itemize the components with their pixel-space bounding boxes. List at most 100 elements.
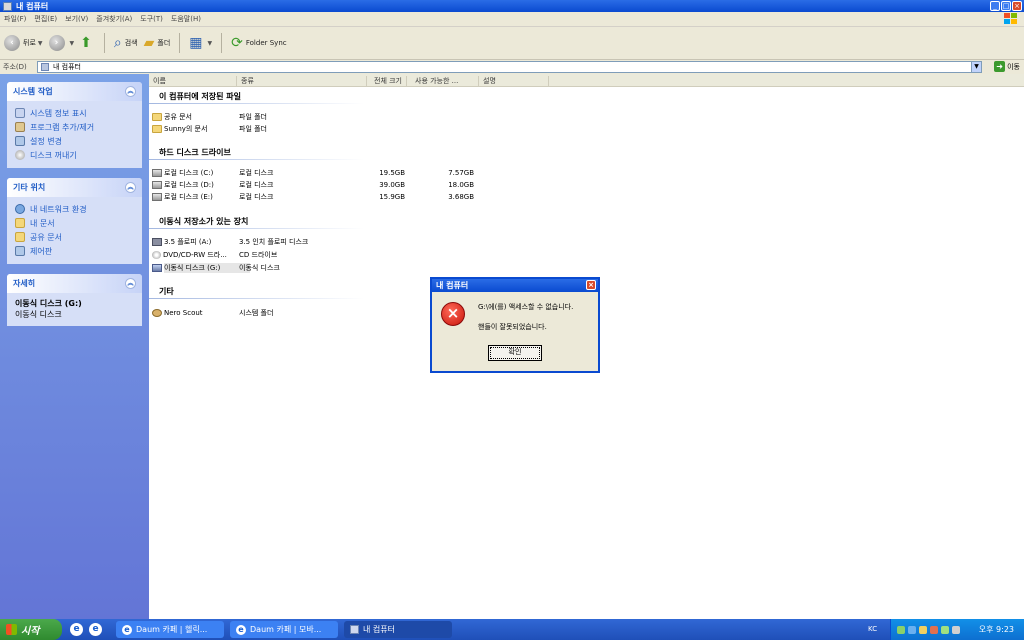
start-button[interactable]: 시작 xyxy=(0,619,62,640)
column-comments[interactable]: 설명 xyxy=(479,76,549,86)
folders-button[interactable]: ▰ 폴더 xyxy=(144,35,171,51)
task-label: 시스템 정보 표시 xyxy=(30,108,87,119)
toolbar: ‹ 뒤로 ▼ › ▼ ⬆ ⌕ 검색 ▰ 폴더 ▦ ▼ ⟳ Folder Sync xyxy=(0,27,1024,60)
item-free-space: 7.57GB xyxy=(414,169,474,177)
list-item[interactable]: 로컬 디스크 (E:) 로컬 디스크 15.9GB 3.68GB xyxy=(152,191,552,203)
collapse-icon[interactable]: ︽ xyxy=(125,182,136,193)
item-type: 시스템 폴더 xyxy=(239,308,273,318)
search-button[interactable]: ⌕ 검색 xyxy=(114,35,138,51)
taskbar-button-active[interactable]: 내 컴퓨터 xyxy=(344,621,452,638)
tray-app-icon[interactable] xyxy=(897,626,905,634)
dialog-close-button[interactable]: × xyxy=(586,280,596,290)
list-item[interactable]: DVD/CD-RW 드라... CD 드라이브 xyxy=(152,249,552,261)
language-indicator[interactable]: KC xyxy=(868,625,877,633)
item-free-space: 18.0GB xyxy=(414,181,474,189)
collapse-icon[interactable]: ︽ xyxy=(125,278,136,289)
address-dropdown-button[interactable]: ▼ xyxy=(971,61,982,73)
list-item[interactable]: 3.5 플로피 (A:) 3.5 인치 플로피 디스크 xyxy=(152,236,552,248)
menu-favorites[interactable]: 즐겨찾기(A) xyxy=(92,14,136,24)
ie-icon[interactable]: e xyxy=(70,623,83,636)
tray-app-icon[interactable] xyxy=(941,626,949,634)
maximize-button[interactable]: □ xyxy=(1001,1,1011,11)
item-type: CD 드라이브 xyxy=(239,250,277,260)
forward-button[interactable]: › ▼ xyxy=(49,35,75,51)
error-dialog: 내 컴퓨터 × × G:\에(를) 액세스할 수 없습니다. 핸들이 잘못되었습… xyxy=(430,277,600,373)
item-name: 3.5 플로피 (A:) xyxy=(164,237,250,247)
task-add-remove-programs[interactable]: 프로그램 추가/제거 xyxy=(15,120,134,134)
item-total-size: 39.0GB xyxy=(352,181,405,189)
folder-sync-label: Folder Sync xyxy=(246,39,287,47)
place-label: 내 네트워크 환경 xyxy=(30,204,87,215)
column-total-size[interactable]: 전체 크기 xyxy=(367,76,407,86)
details-panel: 자세히 ︽ 이동식 디스크 (G:) 이동식 디스크 xyxy=(7,274,142,326)
item-name: 로컬 디스크 (D:) xyxy=(164,180,250,190)
task-label: Daum 카페 | 모바... xyxy=(250,624,321,635)
dialog-detail: 핸들이 잘못되었습니다. xyxy=(478,322,547,332)
place-shared-documents[interactable]: 공유 문서 xyxy=(15,230,134,244)
views-button[interactable]: ▦ ▼ xyxy=(189,35,212,51)
back-button[interactable]: ‹ 뒤로 ▼ xyxy=(4,35,43,51)
tray-app-icon[interactable] xyxy=(908,626,916,634)
list-item[interactable]: 로컬 디스크 (C:) 로컬 디스크 19.5GB 7.57GB xyxy=(152,167,552,179)
ok-button[interactable]: 확인 xyxy=(488,345,542,361)
other-places-header[interactable]: 기타 위치 ︽ xyxy=(7,178,142,197)
taskbar-button[interactable]: e Daum 카페 | 헬릭... xyxy=(116,621,224,638)
folder-icon xyxy=(15,232,25,242)
hard-drive-icon xyxy=(152,169,162,177)
address-label: 주소(D) xyxy=(0,62,36,72)
details-header[interactable]: 자세히 ︽ xyxy=(7,274,142,293)
list-item[interactable]: 이동식 디스크 (G:) 이동식 디스크 xyxy=(152,262,552,274)
programs-icon xyxy=(15,122,25,132)
control-panel-icon xyxy=(15,136,25,146)
place-label: 내 문서 xyxy=(30,218,55,229)
task-label: 프로그램 추가/제거 xyxy=(30,122,94,133)
system-tasks-header[interactable]: 시스템 작업 ︽ xyxy=(7,82,142,101)
address-input[interactable]: 내 컴퓨터 xyxy=(37,61,981,73)
list-item[interactable]: Sunny의 문서 파일 폴더 xyxy=(152,123,552,135)
computer-icon xyxy=(350,625,359,634)
back-arrow-icon: ‹ xyxy=(4,35,20,51)
place-control-panel[interactable]: 제어판 xyxy=(15,244,134,258)
item-type: 로컬 디스크 xyxy=(239,180,273,190)
folder-icon xyxy=(152,125,162,133)
folder-icon: ▰ xyxy=(144,35,155,51)
task-eject-disk[interactable]: 디스크 꺼내기 xyxy=(15,148,134,162)
window-controls: _ □ × xyxy=(990,1,1022,11)
minimize-button[interactable]: _ xyxy=(990,1,1000,11)
up-button[interactable]: ⬆ xyxy=(80,35,95,51)
task-view-system-info[interactable]: 시스템 정보 표시 xyxy=(15,106,134,120)
folder-sync-button[interactable]: ⟳ Folder Sync xyxy=(231,35,286,51)
task-change-setting[interactable]: 설정 변경 xyxy=(15,134,134,148)
column-free-space[interactable]: 사용 가능한 ... xyxy=(411,76,479,86)
place-my-network[interactable]: 내 네트워크 환경 xyxy=(15,202,134,216)
menu-edit[interactable]: 편집(E) xyxy=(30,14,61,24)
column-name[interactable]: 이름 xyxy=(149,76,237,86)
dialog-title: 내 컴퓨터 xyxy=(436,280,468,291)
item-type: 로컬 디스크 xyxy=(239,168,273,178)
item-free-space: 3.68GB xyxy=(414,193,474,201)
item-name: 로컬 디스크 (C:) xyxy=(164,168,250,178)
tray-app-icon[interactable] xyxy=(919,626,927,634)
taskbar-button[interactable]: e Daum 카페 | 모바... xyxy=(230,621,338,638)
menu-help[interactable]: 도움말(H) xyxy=(167,14,205,24)
list-item[interactable]: 로컬 디스크 (D:) 로컬 디스크 39.0GB 18.0GB xyxy=(152,179,552,191)
list-item[interactable]: 공유 문서 파일 폴더 xyxy=(152,111,552,123)
nero-scout-icon xyxy=(152,309,162,317)
menu-file[interactable]: 파일(F) xyxy=(0,14,30,24)
media-player-icon[interactable]: e xyxy=(89,623,102,636)
task-pane: 시스템 작업 ︽ 시스템 정보 표시 프로그램 추가/제거 설정 변경 디스크 … xyxy=(0,74,149,619)
volume-icon[interactable] xyxy=(952,626,960,634)
go-button[interactable]: ➜ 이동 xyxy=(994,61,1020,72)
window-titlebar: 내 컴퓨터 _ □ × xyxy=(0,0,1024,12)
menu-tools[interactable]: 도구(T) xyxy=(136,14,167,24)
place-my-documents[interactable]: 내 문서 xyxy=(15,216,134,230)
column-type[interactable]: 종류 xyxy=(237,76,367,86)
collapse-icon[interactable]: ︽ xyxy=(125,86,136,97)
clock[interactable]: 오후 9:23 xyxy=(979,624,1014,635)
network-icon xyxy=(15,204,25,214)
group-divider xyxy=(149,103,364,104)
tray-app-icon[interactable] xyxy=(930,626,938,634)
close-button[interactable]: × xyxy=(1012,1,1022,11)
menu-view[interactable]: 보기(V) xyxy=(61,14,92,24)
dialog-titlebar: 내 컴퓨터 × xyxy=(432,279,598,292)
